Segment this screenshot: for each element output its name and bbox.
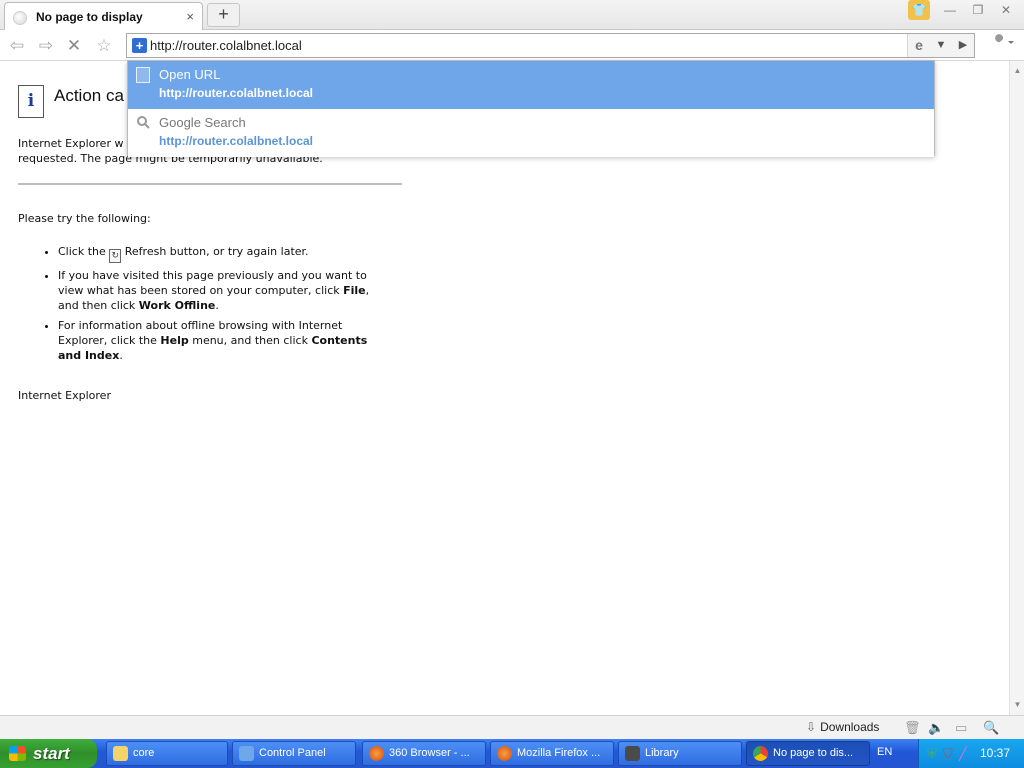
taskbar-item-core[interactable]: core [106, 741, 228, 766]
tab-close-icon[interactable]: × [186, 9, 194, 24]
suggestion-open-url[interactable]: Open URL http://router.colalbnet.local [128, 61, 934, 109]
scroll-up-icon[interactable]: ▲ [1012, 65, 1023, 77]
taskbar-item-control-panel[interactable]: Control Panel [232, 741, 356, 766]
skin-icon[interactable]: 👕 [908, 0, 930, 20]
screenshot-icon[interactable]: ▭ [955, 720, 967, 736]
engine-switch-icon[interactable]: e [908, 34, 930, 57]
trash-icon[interactable]: 🗑 [904, 720, 921, 736]
list-item: For information about offline browsing w… [58, 318, 390, 363]
search-icon [136, 115, 150, 131]
pen-icon[interactable]: ╱ [959, 746, 967, 762]
task-label: Library [645, 747, 679, 759]
wrench-icon[interactable] [990, 34, 1020, 56]
taskbar-item-360-browser[interactable]: 360 Browser - ... [362, 741, 486, 766]
refresh-icon: ↻ [109, 249, 122, 263]
stop-icon[interactable]: ✕ [63, 35, 85, 57]
taskbar-item-no-page[interactable]: No page to dis... [746, 741, 870, 766]
tip-text: If you have visited this page previously… [58, 269, 367, 297]
taskbar-item-library[interactable]: Library [618, 741, 742, 766]
forward-arrow-icon[interactable]: ⇨ [35, 35, 57, 57]
downloads-label: Downloads [820, 720, 880, 734]
footer-brand: Internet Explorer [18, 389, 111, 402]
suggestion-url: http://router.colalbnet.local [159, 134, 314, 148]
minimize-button[interactable]: — [936, 0, 964, 20]
navigation-toolbar: ⇦ ⇨ ✕ ☆ + e ▼ ▶ [0, 30, 1024, 61]
folder-icon [113, 746, 128, 761]
library-icon [625, 746, 640, 761]
start-button[interactable]: start [0, 739, 97, 768]
go-button[interactable]: ▶ [952, 34, 974, 57]
try-heading: Please try the following: [18, 212, 151, 225]
tip-bold: Work Offline [138, 299, 216, 312]
clock: 10:37 [979, 746, 1010, 760]
network-icon[interactable]: ⛨ [927, 746, 937, 762]
scroll-down-icon[interactable]: ▼ [1012, 699, 1023, 711]
task-label: Control Panel [259, 747, 326, 759]
tip-text: menu, and then click [188, 334, 312, 347]
page-heading: Action ca [54, 86, 124, 105]
window-controls: 👕 — ❐ ✕ [908, 0, 1020, 22]
taskbar-item-firefox[interactable]: Mozilla Firefox ... [490, 741, 614, 766]
firefox-icon [369, 746, 384, 761]
shield-icon[interactable]: ⛉ [943, 746, 953, 762]
tab-favicon-icon [13, 11, 27, 25]
suggestion-google-search[interactable]: Google Search http://router.colalbnet.lo… [128, 109, 934, 157]
new-tab-button[interactable]: + [207, 3, 240, 27]
site-security-icon: + [132, 38, 147, 53]
tip-bold: File [343, 284, 366, 297]
firefox-icon [497, 746, 512, 761]
tab-strip: No page to display × + 👕 — ❐ ✕ [0, 0, 1024, 30]
tips-list: Click the ↻ Refresh button, or try again… [40, 244, 390, 368]
language-indicator[interactable]: EN [877, 746, 892, 758]
suggestion-label: Google Search [159, 115, 246, 130]
list-item: If you have visited this page previously… [58, 268, 390, 313]
status-bar: ⇩ Downloads 🗑 🔈 ▭ 🔍 [0, 715, 1024, 739]
windows-logo-icon [9, 746, 26, 761]
page-content: i Action ca Internet Explorer w requeste… [0, 61, 1009, 715]
list-item: Click the ↻ Refresh button, or try again… [58, 244, 390, 263]
tip-text: Click the [58, 245, 110, 258]
vertical-scrollbar[interactable]: ▲ ▼ [1009, 61, 1024, 715]
address-input[interactable] [150, 36, 850, 55]
downloads-button[interactable]: ⇩ Downloads [806, 720, 879, 734]
address-suggestions: Open URL http://router.colalbnet.local G… [127, 60, 935, 157]
suggestion-label: Open URL [159, 67, 221, 82]
task-label: Mozilla Firefox ... [517, 747, 601, 759]
address-side-controls: e ▼ ▶ [907, 34, 974, 57]
suggestion-url: http://router.colalbnet.local [159, 86, 314, 100]
tip-bold: Help [160, 334, 189, 347]
tip-text: . [119, 349, 123, 362]
page-icon [136, 67, 150, 83]
volume-icon[interactable]: 🔈 [928, 720, 944, 736]
back-arrow-icon[interactable]: ⇦ [6, 35, 28, 57]
control-panel-icon [239, 746, 254, 761]
browser-tab[interactable]: No page to display × [4, 2, 203, 30]
task-label: 360 Browser - ... [389, 747, 470, 759]
divider [18, 183, 402, 185]
browser-icon [753, 746, 768, 761]
task-label: No page to dis... [773, 747, 854, 759]
favorite-star-icon[interactable]: ☆ [93, 35, 115, 57]
close-button[interactable]: ✕ [992, 0, 1020, 20]
history-dropdown-icon[interactable]: ▼ [930, 34, 952, 57]
tip-text: . [215, 299, 219, 312]
restore-button[interactable]: ❐ [964, 0, 992, 20]
system-tray: ⛨ ⛉ ╱ 10:37 [918, 739, 1024, 768]
tab-title: No page to display [36, 10, 143, 24]
tip-text: Refresh button, or try again later. [121, 245, 309, 258]
download-icon: ⇩ [806, 720, 817, 734]
zoom-icon[interactable]: 🔍 [983, 720, 999, 736]
address-bar[interactable]: + e ▼ ▶ [126, 33, 975, 58]
start-label: start [33, 744, 70, 763]
task-label: core [133, 747, 155, 759]
taskbar: start core Control Panel 360 Browser - .… [0, 739, 1024, 768]
info-icon: i [18, 85, 44, 118]
